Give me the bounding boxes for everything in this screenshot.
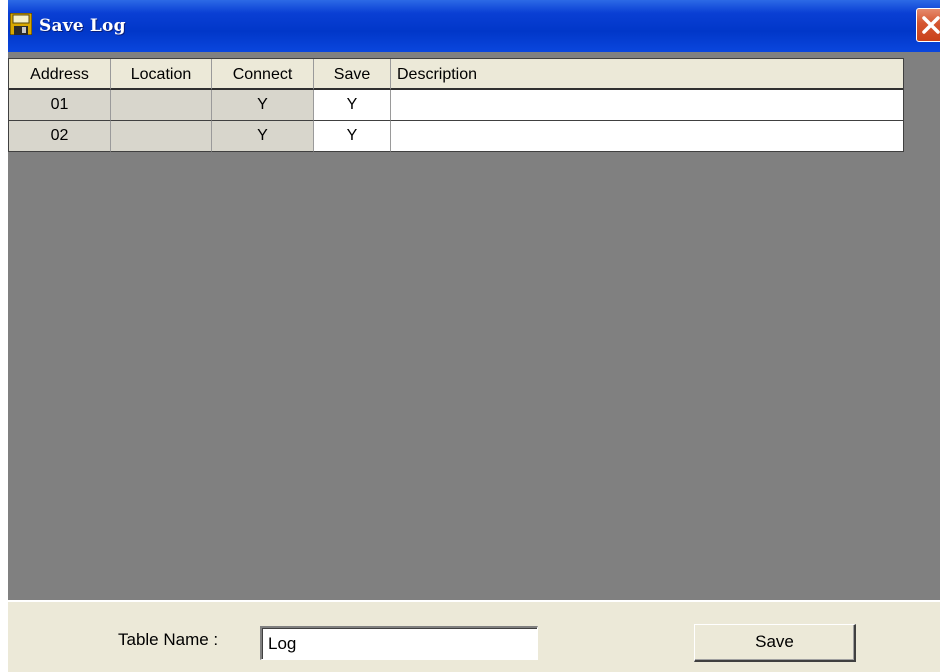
save-button[interactable]: Save (694, 624, 856, 662)
column-header-location[interactable]: Location (111, 59, 212, 90)
cell-address[interactable]: 02 (9, 121, 111, 152)
cell-save[interactable]: Y (314, 90, 391, 121)
cell-description[interactable] (391, 90, 903, 121)
save-log-window-icon (9, 12, 33, 36)
column-header-address[interactable]: Address (9, 59, 111, 90)
table-name-label: Table Name : (118, 630, 219, 649)
cell-connect[interactable]: Y (212, 90, 314, 121)
save-log-window: Save Log Address Location Connect Save D… (8, 0, 940, 672)
close-button[interactable] (916, 8, 940, 42)
column-header-save[interactable]: Save (314, 59, 391, 90)
bottom-panel: Table Name : Save (8, 600, 940, 672)
cell-connect[interactable]: Y (212, 121, 314, 152)
column-header-description[interactable]: Description (391, 59, 903, 90)
window-title: Save Log (39, 16, 126, 36)
log-table: Address Location Connect Save Descriptio… (8, 58, 904, 152)
table-name-input[interactable] (260, 626, 538, 660)
grid-background: Address Location Connect Save Descriptio… (8, 52, 940, 600)
cell-location[interactable] (111, 121, 212, 152)
title-bar[interactable]: Save Log (8, 0, 940, 52)
close-icon (922, 16, 940, 34)
column-header-connect[interactable]: Connect (212, 59, 314, 90)
cell-description[interactable] (391, 121, 903, 152)
cell-location[interactable] (111, 90, 212, 121)
cell-address[interactable]: 01 (9, 90, 111, 121)
cell-save[interactable]: Y (314, 121, 391, 152)
